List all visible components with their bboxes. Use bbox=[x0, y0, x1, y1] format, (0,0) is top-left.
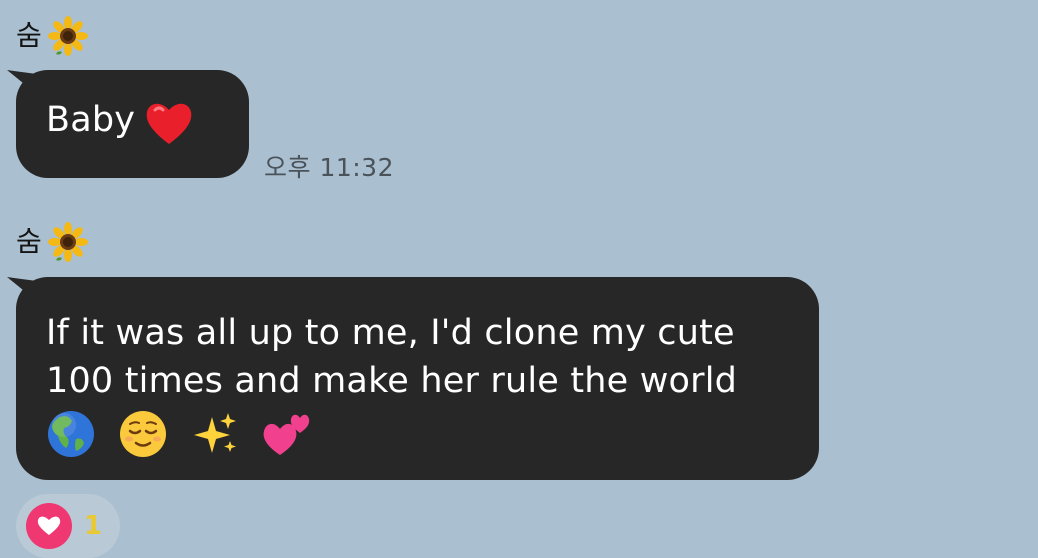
sender-name[interactable]: 숨 bbox=[16, 22, 42, 50]
message-text-line: 100 times and make her rule the world bbox=[46, 361, 738, 401]
bubble-tail bbox=[7, 277, 43, 307]
message-text-line: If it was all up to me, I'd clone my cut… bbox=[46, 313, 735, 353]
sender-name[interactable]: 숨 bbox=[16, 228, 42, 256]
sender-row: 숨 bbox=[16, 14, 88, 58]
message-timestamp: 오후 11:32 bbox=[264, 153, 394, 182]
emoji-row bbox=[46, 409, 819, 459]
message-bubble[interactable]: Baby bbox=[7, 70, 249, 178]
red-heart-emoji bbox=[146, 103, 192, 144]
relieved-face-emoji bbox=[120, 411, 166, 457]
globe-americas-emoji bbox=[48, 411, 94, 457]
sparkles-emoji bbox=[194, 413, 236, 453]
message-bubble[interactable]: If it was all up to me, I'd clone my cut… bbox=[7, 277, 819, 480]
message-text: Baby bbox=[46, 100, 136, 140]
sunflower-icon bbox=[47, 16, 88, 56]
reaction-chip[interactable]: 1 bbox=[16, 494, 120, 558]
heart-icon bbox=[26, 503, 72, 549]
bubble-tail bbox=[7, 70, 43, 100]
reaction-count: 1 bbox=[84, 511, 103, 541]
sunflower-icon bbox=[47, 222, 88, 262]
sender-row: 숨 bbox=[16, 220, 88, 264]
two-hearts-emoji bbox=[263, 414, 310, 455]
